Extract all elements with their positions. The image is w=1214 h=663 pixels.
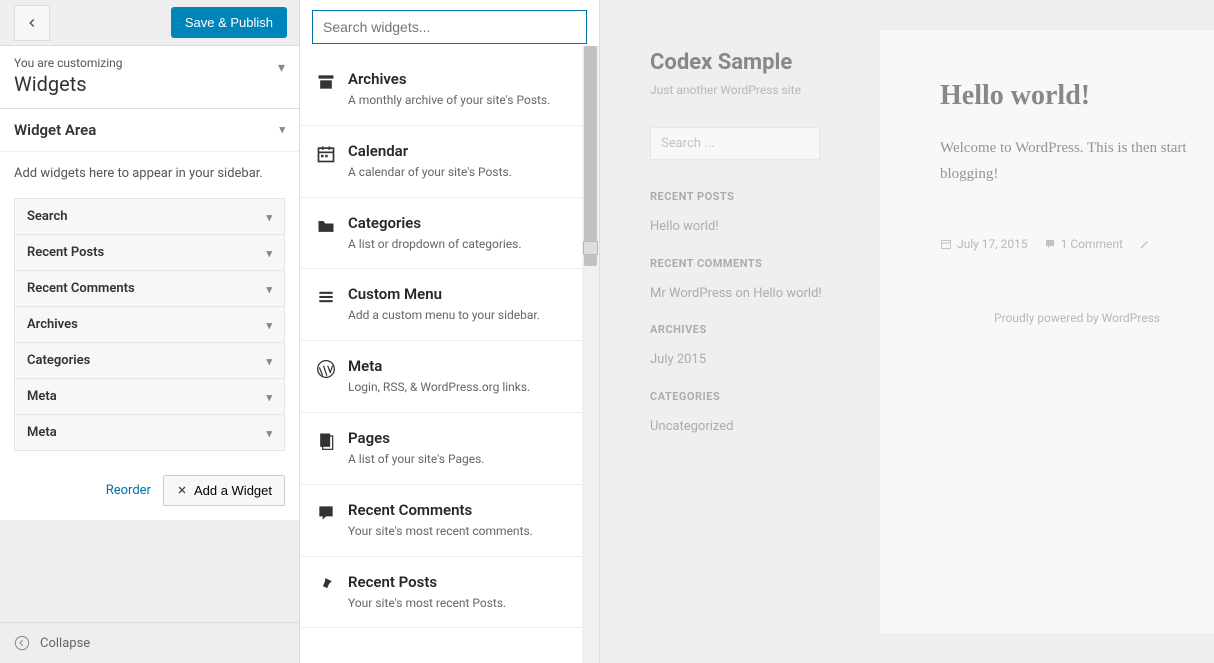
calendar-icon [316,144,336,164]
search-widgets-input[interactable] [312,10,587,44]
archive-icon [316,72,336,92]
archive-link[interactable]: July 2015 [650,350,850,370]
section-description: Add widgets here to appear in your sideb… [0,152,299,198]
preview-main: Hello world! Welcome to WordPress. This … [880,30,1214,633]
widget-list: Search▾ Recent Posts▾ Recent Comments▾ A… [0,198,299,467]
save-publish-button[interactable]: Save & Publish [171,7,287,38]
calendar-icon [940,238,952,250]
pin-icon [316,575,336,595]
caret-down-icon: ▾ [266,391,272,404]
available-widget-recent-posts[interactable]: Recent PostsYour site's most recent Post… [300,557,599,629]
widget-item[interactable]: Recent Comments▾ [14,271,285,307]
close-icon [176,484,188,496]
available-widgets-list: ArchivesA monthly archive of your site's… [300,54,599,663]
caret-down-icon: ▾ [266,319,272,332]
preview-sidebar: Codex Sample Just another WordPress site… [600,0,880,663]
post-title[interactable]: Hello world! [940,80,1214,112]
collapse-icon [14,635,30,651]
caret-down-icon: ▾ [266,247,272,260]
available-widget-custom-menu[interactable]: Custom MenuAdd a custom menu to your sid… [300,269,599,341]
recent-posts-heading: RECENT POSTS [650,190,850,203]
scrollbar-thumb[interactable] [584,46,597,266]
scrollbar[interactable] [582,46,599,663]
available-widget-meta[interactable]: MetaLogin, RSS, & WordPress.org links. [300,341,599,413]
comment-post-link[interactable]: Hello world! [753,286,822,301]
site-title: Codex Sample [650,50,850,75]
caret-down-icon: ▾ [266,211,272,224]
pages-icon [316,431,336,451]
site-preview: Codex Sample Just another WordPress site… [600,0,1214,663]
chevron-left-icon [25,16,39,30]
comment-author-link[interactable]: Mr WordPress [650,286,732,301]
post-comments-link[interactable]: 1 Comment [1044,237,1123,251]
preview-footer[interactable]: Proudly powered by WordPress [940,281,1214,325]
post-meta: July 17, 2015 1 Comment [940,237,1214,281]
caret-down-icon: ▾ [266,355,272,368]
available-widget-archives[interactable]: ArchivesA monthly archive of your site's… [300,54,599,126]
widget-item[interactable]: Recent Posts▾ [14,235,285,271]
caret-down-icon: ▾ [266,427,272,440]
caret-down-icon: ▾ [278,60,285,76]
section-title: Widget Area [14,121,96,139]
customizer-panel: Save & Publish You are customizing Widge… [0,0,300,663]
available-widget-calendar[interactable]: CalendarA calendar of your site's Posts. [300,126,599,198]
widget-actions: Reorder Add a Widget [0,467,299,520]
archives-heading: ARCHIVES [650,323,850,336]
available-widget-pages[interactable]: PagesA list of your site's Pages. [300,413,599,485]
caret-down-icon: ▾ [266,283,272,296]
categories-heading: CATEGORIES [650,390,850,403]
post-body: Welcome to WordPress. This is then start… [940,136,1214,187]
category-link[interactable]: Uncategorized [650,417,850,437]
preview-search-input[interactable]: Search ... [650,127,820,160]
wordpress-icon [316,359,336,379]
widget-item[interactable]: Categories▾ [14,343,285,379]
comment-icon [316,503,336,523]
spacer [0,520,299,623]
scrollbar-mark [583,241,598,255]
recent-comments-heading: RECENT COMMENTS [650,257,850,270]
post-edit-link[interactable] [1139,238,1151,250]
header-bar: Save & Publish [0,0,299,46]
breadcrumb-context: You are customizing [14,56,285,70]
available-widget-recent-comments[interactable]: Recent CommentsYour site's most recent c… [300,485,599,557]
reorder-link[interactable]: Reorder [106,483,151,498]
available-widget-categories[interactable]: CategoriesA list or dropdown of categori… [300,198,599,270]
recent-comment-item: Mr WordPress on Hello world! [650,284,850,304]
widget-item[interactable]: Search▾ [14,198,285,235]
folder-icon [316,216,336,236]
breadcrumb[interactable]: You are customizing Widgets ▾ [0,46,299,109]
widget-picker-panel: ArchivesA monthly archive of your site's… [300,0,600,663]
widget-item[interactable]: Archives▾ [14,307,285,343]
widget-item[interactable]: Meta▾ [14,379,285,415]
collapse-button[interactable]: Collapse [0,622,299,663]
comment-icon [1044,238,1056,250]
pencil-icon [1139,238,1151,250]
menu-icon [316,287,336,307]
back-button[interactable] [14,5,50,41]
caret-down-icon: ▾ [279,123,285,136]
add-widget-button[interactable]: Add a Widget [163,475,285,506]
post-date: July 17, 2015 [940,237,1028,251]
widget-item[interactable]: Meta▾ [14,415,285,451]
recent-post-link[interactable]: Hello world! [650,217,850,237]
section-header[interactable]: Widget Area ▾ [0,109,299,152]
search-wrap [300,0,599,54]
breadcrumb-title: Widgets [14,72,285,96]
site-tagline: Just another WordPress site [650,83,850,97]
